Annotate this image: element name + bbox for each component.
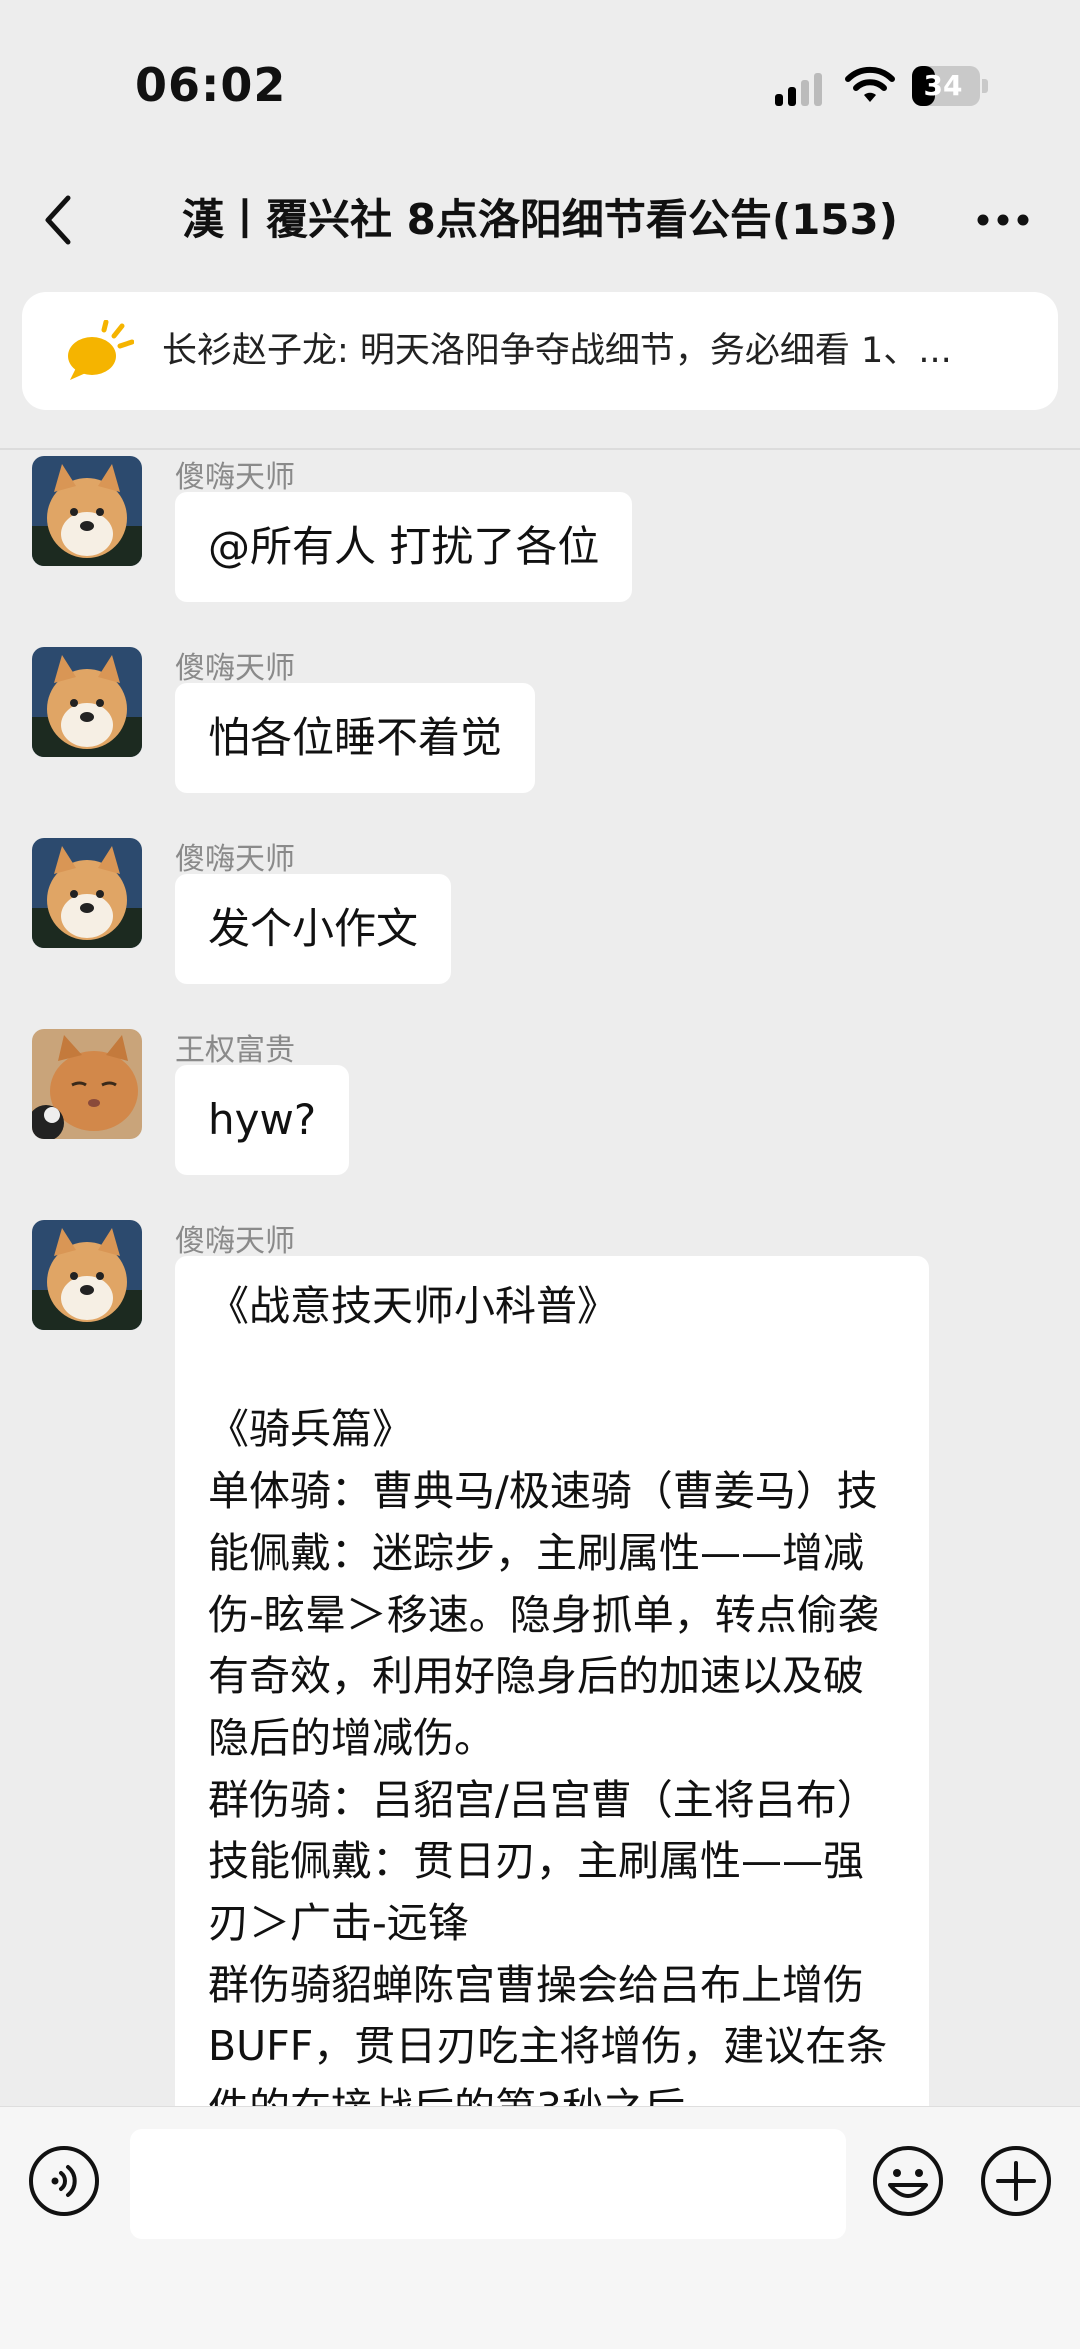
chat-input-bar (0, 2106, 1080, 2349)
announcement-text: 长衫赵子龙: 明天洛阳争夺战细节，务必细看 1、... (162, 331, 952, 371)
message-bubble[interactable]: 发个小作文 (175, 874, 452, 984)
shiba-avatar[interactable] (32, 456, 142, 566)
wifi-icon (845, 66, 895, 102)
back-chevron-icon[interactable] (38, 190, 78, 250)
message-bubble[interactable]: 《战意技天师小科普》 《骑兵篇》 单体骑：曹典马/极速骑（曹姜马）技能佩戴：迷踪… (175, 1256, 929, 2156)
sender-name: 傻嗨天师 (175, 460, 295, 495)
chat-header: 漢丨覆兴社 8点洛阳细节看公告(153) (0, 170, 1080, 280)
shiba-avatar[interactable] (32, 647, 142, 757)
group-announcement-banner[interactable]: 长衫赵子龙: 明天洛阳争夺战细节，务必细看 1、... (22, 292, 1058, 410)
voice-input-icon[interactable] (28, 2145, 100, 2217)
cellular-signal-icon (775, 73, 822, 106)
message-bubble[interactable]: 怕各位睡不着觉 (175, 683, 536, 793)
message-input[interactable] (130, 2129, 846, 2239)
announcement-bubble-icon (68, 320, 134, 380)
sender-name: 傻嗨天师 (175, 1224, 295, 1259)
shiba-avatar[interactable] (32, 838, 142, 948)
battery-level-text: 34 (923, 69, 963, 102)
sender-name: 王权富贵 (175, 1033, 295, 1068)
chat-title: 漢丨覆兴社 8点洛阳细节看公告(153) (182, 195, 898, 244)
more-options-icon[interactable] (975, 208, 1031, 232)
battery-cap (982, 79, 988, 93)
sender-name: 傻嗨天师 (175, 651, 295, 686)
add-more-icon[interactable] (980, 2145, 1052, 2217)
message-bubble[interactable]: @所有人 打扰了各位 (175, 492, 633, 602)
message-bubble[interactable]: hyw? (175, 1065, 350, 1175)
battery-icon: 34 (912, 66, 980, 106)
emoji-icon[interactable] (872, 2145, 944, 2217)
sender-name: 傻嗨天师 (175, 842, 295, 877)
shiba-avatar[interactable] (32, 1220, 142, 1330)
status-bar: 06:02 34 (0, 0, 1080, 170)
cat-avatar[interactable] (32, 1029, 142, 1139)
divider (0, 448, 1080, 450)
status-time: 06:02 (135, 58, 287, 112)
